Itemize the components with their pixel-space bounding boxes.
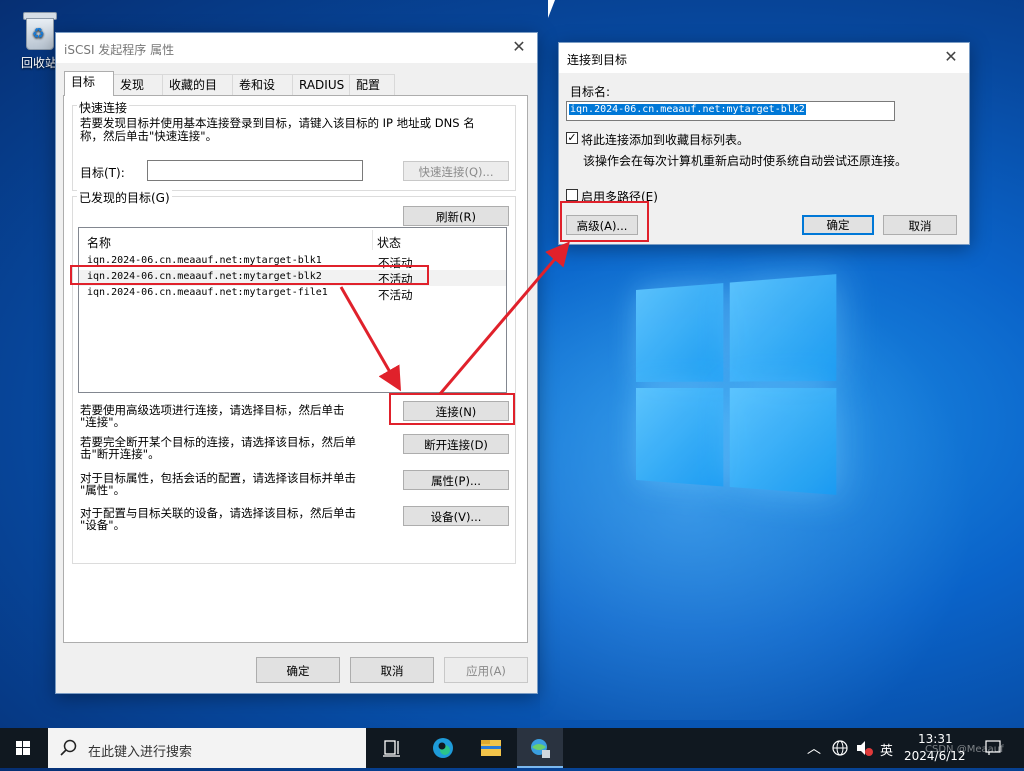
edge-icon	[433, 738, 453, 758]
taskbar: 在此键入进行搜索 ︿ 英 13:31 2024/6/12 CSDN @Meaau…	[0, 728, 1024, 768]
tab-targets[interactable]: 目标	[64, 71, 114, 96]
edge-taskbar-button[interactable]	[420, 728, 466, 768]
show-hidden-icons-chevron-icon[interactable]: ︿	[807, 738, 821, 758]
annotation-arrows	[339, 241, 570, 395]
file-explorer-taskbar-button[interactable]	[468, 728, 514, 768]
search-icon	[60, 739, 77, 756]
arrow-to-connect-button	[339, 286, 401, 392]
iscsi-initiator-taskbar-button[interactable]	[517, 728, 563, 768]
search-placeholder: 在此键入进行搜索	[88, 745, 193, 760]
notification-center-icon[interactable]	[984, 739, 1002, 757]
start-button[interactable]	[0, 728, 46, 768]
arrow-to-advanced-button	[438, 241, 570, 395]
ime-indicator[interactable]: 英	[880, 740, 893, 759]
windows-start-icon	[16, 741, 30, 755]
task-view-icon	[383, 740, 400, 757]
network-icon[interactable]	[831, 739, 849, 757]
task-view-button[interactable]	[370, 728, 416, 768]
taskbar-search-box[interactable]: 在此键入进行搜索	[48, 728, 366, 768]
iscsi-globe-icon	[531, 739, 550, 758]
folder-icon	[481, 740, 501, 756]
volume-muted-icon[interactable]	[855, 739, 875, 757]
